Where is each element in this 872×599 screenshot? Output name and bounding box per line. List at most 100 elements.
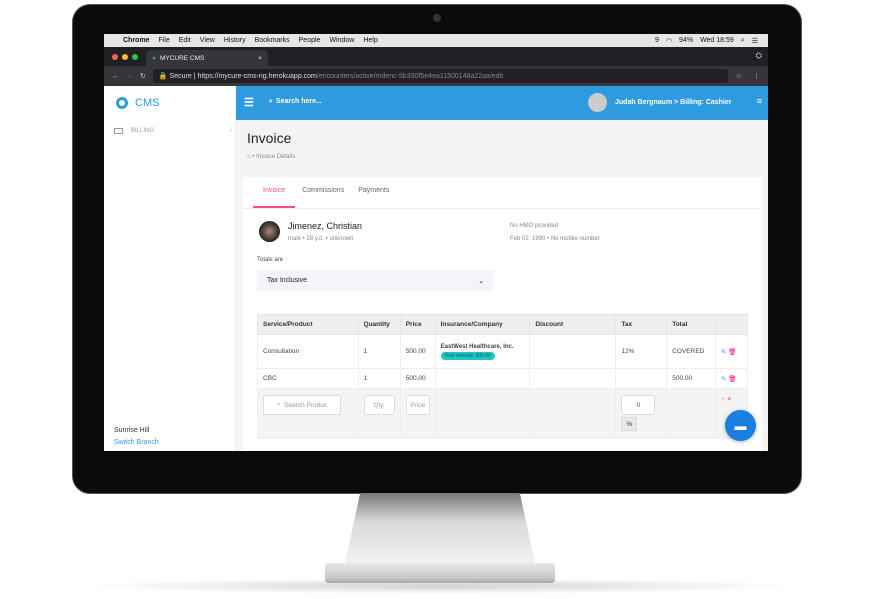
- menu-history[interactable]: History: [224, 37, 246, 44]
- new-amount-badge: New amount: 399.00: [440, 352, 495, 360]
- search-icon[interactable]: ⌕: [741, 37, 745, 45]
- header-service: Service/Product: [257, 314, 359, 335]
- patient-sex: male: [288, 236, 302, 242]
- camera: [433, 14, 441, 22]
- user-role[interactable]: Judah Bergnaum > Billing: Cashier: [615, 99, 732, 106]
- menu-edit[interactable]: Edit: [179, 37, 191, 44]
- hamburger-icon[interactable]: ☰: [244, 96, 254, 109]
- breadcrumb: ⌂ • Invoice Details: [247, 154, 296, 160]
- edit-icon[interactable]: ✎: [721, 376, 726, 383]
- list-icon[interactable]: ☰: [752, 37, 758, 45]
- secure-label: Secure: [169, 72, 192, 80]
- edit-icon[interactable]: ✎: [721, 349, 726, 356]
- menu-icon[interactable]: ≡: [757, 96, 762, 106]
- menu-app[interactable]: Chrome: [123, 37, 149, 44]
- cell-price: 500.00: [399, 334, 436, 369]
- patient-photo: [259, 221, 280, 242]
- menu-view[interactable]: View: [200, 37, 215, 44]
- patient-dob: Feb 02, 1990: [510, 236, 546, 242]
- more-icon[interactable]: ⋮: [753, 72, 760, 80]
- credit-card-icon: [114, 128, 123, 134]
- cell-tax: 12%: [615, 334, 668, 369]
- cell-service: CBC: [257, 368, 359, 389]
- menu-help[interactable]: Help: [363, 37, 377, 44]
- header-quantity: Quantity: [357, 314, 401, 335]
- insurance-name: EastWest Healthcare, Inc.: [440, 344, 514, 350]
- tax-unit-toggle[interactable]: %: [621, 417, 638, 431]
- address-bar: ← → ↻ 🔒 Secure | https://mycure-cms-ng.h…: [104, 66, 768, 86]
- table-row: CBC 1 500.00 500.00 ✎ 🗑: [257, 368, 748, 389]
- patient-demographics: male • 28 y.o. • unknown: [288, 236, 354, 242]
- sidebar-item-billing[interactable]: BILLING ‹: [114, 128, 232, 134]
- search-box[interactable]: ⌕ Search here...: [269, 98, 322, 106]
- menu-file[interactable]: File: [158, 37, 169, 44]
- tab-commissions[interactable]: Commissions: [295, 177, 351, 208]
- trash-icon[interactable]: 🗑: [728, 349, 736, 356]
- cell-tax: [615, 368, 668, 389]
- tabs: Invoice Commissions Payments: [243, 177, 762, 209]
- totals-select[interactable]: Tax Inclusive ⌄: [257, 270, 494, 291]
- screen: Chrome File Edit View History Bookmarks …: [104, 34, 768, 451]
- lock-icon: 🔒: [158, 73, 170, 80]
- menu-window[interactable]: Window: [329, 37, 354, 44]
- url-host: https://mycure-cms-ng.herokuapp.com: [197, 72, 317, 80]
- menu-bookmarks[interactable]: Bookmarks: [255, 37, 290, 44]
- monitor-stand: [345, 493, 535, 563]
- url-input[interactable]: 🔒 Secure | https://mycure-cms-ng.herokua…: [152, 69, 728, 83]
- menu-people[interactable]: People: [299, 37, 321, 44]
- home-icon[interactable]: ⌂: [247, 154, 251, 160]
- product-search-input[interactable]: ⌕ Search Produc: [263, 395, 341, 415]
- cell-insurance: EastWest Healthcare, Inc. New amount: 399…: [434, 334, 531, 369]
- cell-actions: ✎ 🗑: [715, 334, 748, 369]
- battery-status[interactable]: 94%: [679, 37, 693, 45]
- cell-total: COVERED: [666, 334, 716, 369]
- maximize-button[interactable]: [132, 54, 138, 60]
- search-icon: ⌕: [276, 401, 285, 408]
- add-icon[interactable]: +: [721, 396, 725, 403]
- favicon-icon: ●: [152, 54, 156, 62]
- search-icon: ⌕: [269, 98, 273, 105]
- browser-tab-bar: ● MYCURE CMS × ⛭: [104, 47, 768, 66]
- avatar[interactable]: [588, 93, 607, 112]
- minimize-button[interactable]: [122, 54, 128, 60]
- header-tax: Tax: [615, 314, 668, 335]
- trash-icon[interactable]: 🗑: [728, 376, 736, 383]
- shadow: [80, 578, 800, 594]
- chat-icon[interactable]: ▬: [725, 410, 756, 441]
- forward-icon[interactable]: →: [126, 73, 133, 80]
- search-placeholder: Search here...: [275, 98, 322, 105]
- back-icon[interactable]: ←: [112, 73, 119, 80]
- tab-payments[interactable]: Payments: [351, 177, 396, 208]
- star-icon[interactable]: ☆: [736, 72, 742, 80]
- wifi-icon[interactable]: ◠: [666, 37, 672, 45]
- patient-name[interactable]: Jimenez, Christian: [288, 221, 362, 231]
- tax-input[interactable]: 0: [621, 395, 656, 415]
- price-input[interactable]: Price: [405, 395, 430, 415]
- chevron-left-icon[interactable]: ‹: [230, 128, 232, 134]
- table-header: Service/Product Quantity Price Insurance…: [257, 314, 748, 335]
- chevron-down-icon: ⌄: [478, 277, 484, 285]
- table-row: Consultation 1 500.00 EastWest Healthcar…: [257, 334, 748, 369]
- cell-discount: [529, 334, 617, 369]
- search-placeholder: Search Produc: [284, 401, 328, 409]
- switch-branch-link[interactable]: Switch Branch: [114, 439, 159, 446]
- close-tab-button[interactable]: ×: [258, 55, 262, 62]
- logo-icon: [116, 97, 128, 109]
- cell-total: 500.00: [666, 368, 716, 389]
- qty-input[interactable]: Qty.: [363, 395, 395, 415]
- adobe-status[interactable]: 9: [655, 37, 659, 45]
- tab-title: MYCURE CMS: [159, 54, 205, 62]
- cell-service: Consultation: [257, 334, 359, 369]
- header-actions: [715, 314, 748, 335]
- reload-icon[interactable]: ↻: [140, 72, 146, 80]
- close-window-button[interactable]: [112, 54, 118, 60]
- new-item-row: ⌕ Search Produc Qty. Price 0% + ✕: [257, 388, 748, 439]
- clock[interactable]: Wed 18:59: [700, 37, 734, 45]
- cell-actions: ✎ 🗑: [715, 368, 748, 389]
- incognito-icon[interactable]: ⛭: [756, 51, 762, 61]
- tab-invoice[interactable]: Invoice: [253, 177, 296, 208]
- cell-price: 500.00: [399, 368, 436, 389]
- header-price: Price: [399, 314, 436, 335]
- browser-tab[interactable]: ● MYCURE CMS ×: [146, 50, 268, 66]
- close-icon[interactable]: ✕: [727, 396, 732, 403]
